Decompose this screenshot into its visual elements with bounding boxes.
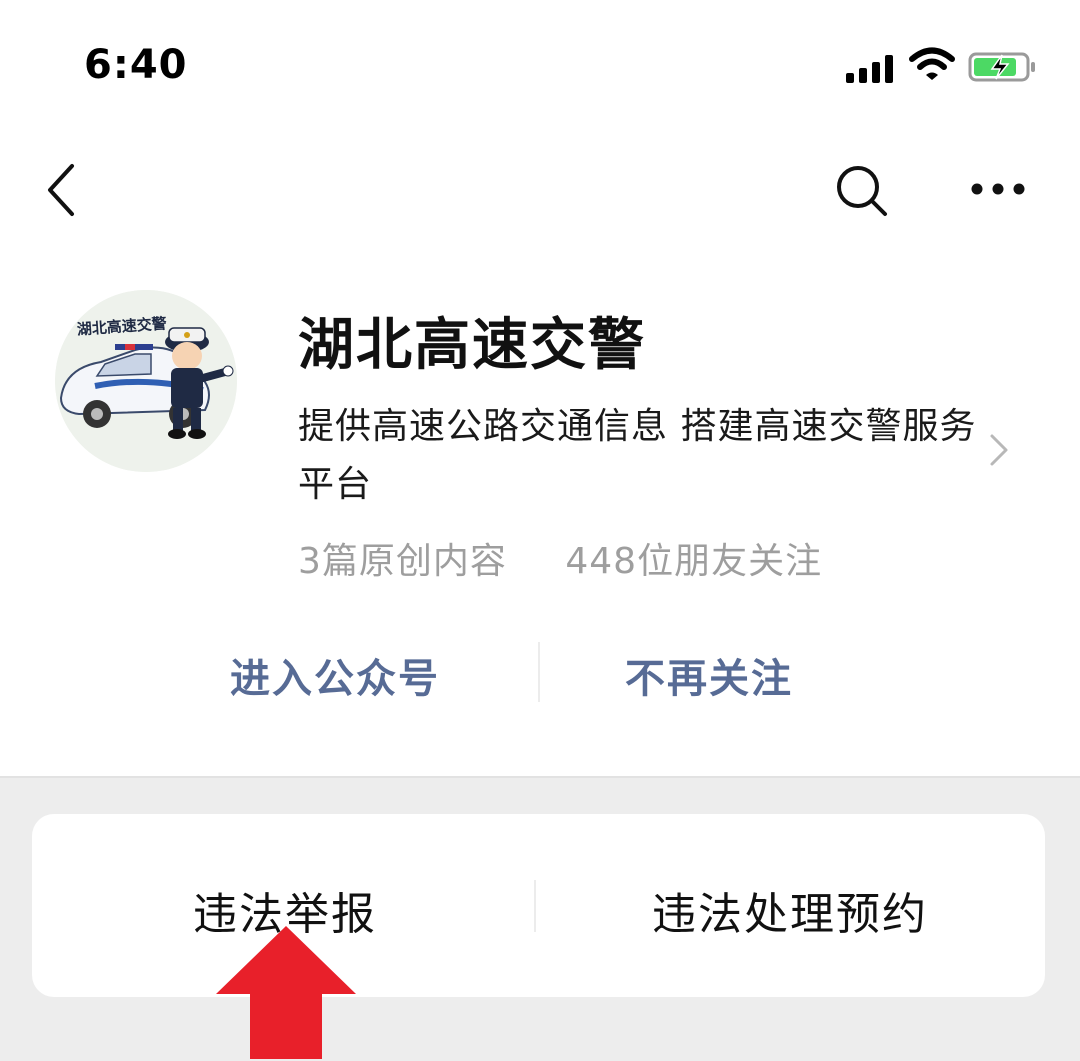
account-description[interactable]: 提供高速公路交通信息 搭建高速交警服务平台 [298,398,988,514]
cellular-signal-icon [846,55,898,83]
account-stats: 3篇原创内容 448位朋友关注 [298,532,822,584]
red-arrow-annotation [216,926,356,1059]
chevron-right-icon[interactable] [988,432,1010,468]
back-button[interactable] [40,160,84,220]
avatar: 湖北高速交警 [55,290,237,472]
followers-count: 448位朋友关注 [565,541,823,582]
more-dots-icon[interactable] [970,182,1026,196]
menu-item-violation-appointment[interactable]: 违法处理预约 [652,878,928,942]
enter-account-button[interactable]: 进入公众号 [230,646,440,704]
battery-charging-icon [968,52,1035,82]
wifi-icon [909,47,955,80]
unfollow-button[interactable]: 不再关注 [625,646,793,704]
traffic-police-logo: 湖北高速交警 [55,290,237,472]
original-content-count: 3篇原创内容 [298,541,507,582]
account-name: 湖北高速交警 [298,313,646,378]
divider [538,642,540,702]
status-time: 6:40 [84,42,188,88]
divider [534,880,536,932]
search-icon[interactable] [834,163,888,217]
